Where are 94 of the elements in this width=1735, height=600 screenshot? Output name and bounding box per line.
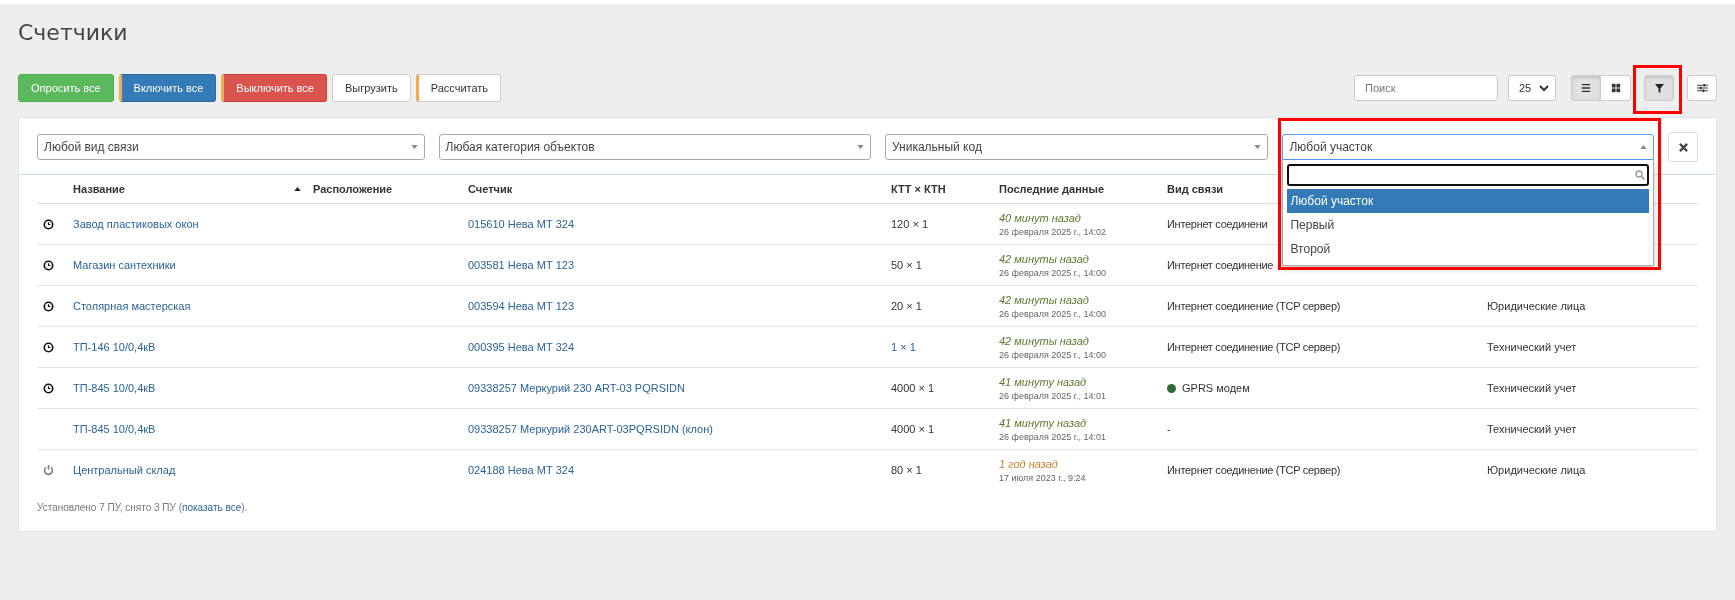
column-header[interactable]: Последние данные	[999, 183, 1105, 195]
action-button[interactable]: Выключить все	[221, 74, 327, 102]
meter-link[interactable]: 003594 Нева МТ 123	[468, 300, 574, 312]
column-header[interactable]: Вид связи	[1167, 183, 1224, 195]
connection-text: Интернет соединени	[1167, 218, 1268, 230]
date-text: 26 февраля 2025 г., 14:01	[999, 390, 1108, 401]
page-size-select[interactable]: 25	[1508, 75, 1556, 101]
date-text: 26 февраля 2025 г., 14:02	[999, 226, 1108, 237]
object-link[interactable]: Центральный склад	[73, 464, 176, 476]
category-text: Юридические лица	[1487, 464, 1586, 476]
ratio-text[interactable]: 1 × 1	[891, 341, 916, 353]
category-text: Технический учет	[1487, 382, 1577, 394]
caret-icon	[1254, 145, 1262, 149]
date-text: 26 февраля 2025 г., 14:00	[999, 267, 1108, 278]
connection-text: -	[1167, 423, 1171, 435]
highlight-frame	[1633, 65, 1682, 114]
search-field[interactable]: Поиск	[1354, 75, 1498, 101]
settings-button[interactable]	[1687, 75, 1717, 101]
filter-icon	[1654, 83, 1664, 93]
time-ago-text: 1 год назад	[999, 457, 1059, 470]
chevron-icon	[1539, 84, 1549, 92]
time-ago-text: 40 минут назад	[999, 211, 1082, 224]
time-ago-text: 42 минуты назад	[999, 334, 1090, 347]
list-view-button[interactable]	[1571, 75, 1601, 101]
clock-icon	[43, 341, 54, 353]
meter-link[interactable]: 09338257 Меркурий 230 ART-03 PQRSIDN	[468, 382, 685, 394]
meter-link[interactable]: 000395 Нева МТ 324	[468, 341, 574, 353]
sliders-icon	[1696, 83, 1708, 93]
grid-view-button[interactable]	[1601, 75, 1631, 101]
dropdown-option[interactable]: Первый	[1287, 213, 1649, 237]
ratio-text: 20 × 1	[891, 300, 922, 312]
caret-icon	[1640, 145, 1647, 149]
clock-icon	[43, 218, 54, 230]
column-header[interactable]: Счетчик	[468, 183, 513, 195]
dropdown-option[interactable]: Второй	[1287, 237, 1649, 261]
category-text: Технический учет	[1487, 341, 1577, 353]
column-header[interactable]: Название	[73, 183, 125, 195]
connection-text: Интернет соединение	[1167, 259, 1274, 271]
ratio-text: 80 × 1	[891, 464, 922, 476]
caret-icon	[856, 145, 864, 149]
date-text: 26 февраля 2025 г., 14:00	[999, 349, 1108, 360]
object-link[interactable]: Столярная мастерская	[73, 300, 191, 312]
filter-button[interactable]	[1644, 75, 1674, 101]
grid-icon	[1610, 82, 1621, 94]
object-link[interactable]: ТП-146 10/0,4кВ	[73, 341, 156, 353]
meter-link[interactable]: 015610 Нева МТ 324	[468, 218, 574, 230]
action-button[interactable]: Рассчитать	[415, 74, 502, 102]
column-header[interactable]: Расположение	[313, 183, 393, 195]
ratio-text: 4000 × 1	[891, 382, 935, 394]
meter-link[interactable]: 09338257 Меркурий 230ART-03PQRSIDN (клон)	[468, 423, 713, 435]
show-all-link[interactable]: показать все	[182, 502, 242, 513]
date-text: 26 февраля 2025 г., 14:00	[999, 308, 1108, 319]
ratio-text: 120 × 1	[891, 218, 928, 230]
list-icon	[1581, 82, 1591, 94]
connection-text: GPRS модем	[1182, 382, 1250, 394]
ratio-text: 4000 × 1	[891, 423, 935, 435]
clear-filters-button[interactable]	[1668, 132, 1698, 162]
time-ago-text: 42 минуты назад	[999, 252, 1090, 265]
action-button[interactable]: Включить все	[118, 74, 217, 102]
meter-link[interactable]: 024188 Нева МТ 324	[468, 464, 574, 476]
close-icon	[1678, 142, 1688, 152]
clock-icon	[43, 259, 54, 271]
sort-icon[interactable]	[294, 187, 301, 191]
dropdown-option[interactable]: Любой участок	[1287, 189, 1649, 213]
object-link[interactable]: ТП-845 10/0,4кВ	[73, 382, 156, 394]
summary-text: Установлено 7 ПУ, снято 3 ПУ (показать все).	[37, 502, 249, 513]
dropdown-search-field[interactable]	[1287, 164, 1649, 186]
search-icon	[1635, 170, 1645, 180]
action-button[interactable]: Выгрузить	[331, 74, 411, 102]
meter-link[interactable]: 003581 Нева МТ 123	[468, 259, 574, 271]
date-text: 17 июля 2023 г., 9:24	[999, 472, 1087, 483]
time-ago-text: 41 минуту назад	[999, 375, 1088, 388]
ratio-text: 50 × 1	[891, 259, 922, 271]
column-header[interactable]: КТТ × КТН	[891, 183, 946, 195]
connection-text: Интернет соединение (TCP сервер)	[1167, 464, 1341, 476]
power-icon	[43, 464, 54, 476]
object-link[interactable]: Завод пластиковых окон	[73, 218, 199, 230]
clock-icon	[43, 300, 54, 312]
time-ago-text: 42 минуты назад	[999, 293, 1090, 306]
date-text: 26 февраля 2025 г., 14:01	[999, 431, 1108, 442]
caret-icon	[410, 145, 418, 149]
filter-select[interactable]: Любой участок	[1282, 134, 1654, 160]
object-link[interactable]: ТП-845 10/0,4кВ	[73, 423, 156, 435]
connection-text: Интернет соединение (TCP сервер)	[1167, 341, 1341, 353]
category-text: Технический учет	[1487, 423, 1577, 435]
category-text: Юридические лица	[1487, 300, 1586, 312]
filter-select[interactable]: Уникальный код	[884, 134, 1269, 160]
page-title: Счетчики	[18, 20, 129, 45]
object-link[interactable]: Магазин сантехники	[73, 259, 176, 271]
filter-select[interactable]: Любая категория объектов	[438, 134, 871, 160]
filter-select[interactable]: Любой вид связи	[37, 134, 425, 160]
clock-icon	[43, 382, 54, 394]
time-ago-text: 41 минуту назад	[999, 416, 1088, 429]
connection-text: Интернет соединение (TCP сервер)	[1167, 300, 1341, 312]
